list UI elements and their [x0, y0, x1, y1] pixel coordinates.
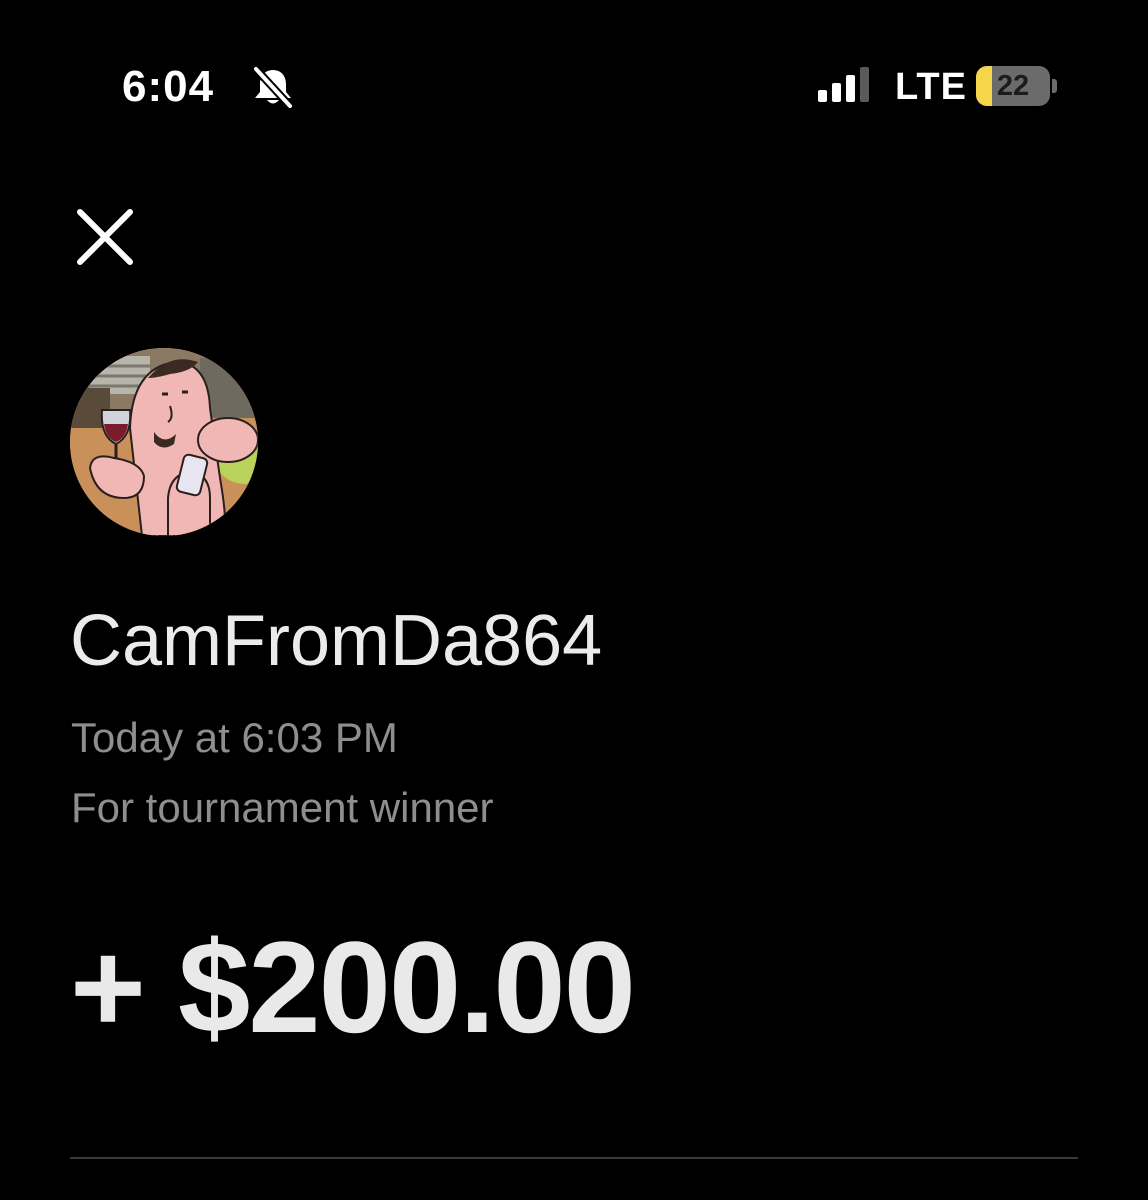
transaction-amount: + $200.00 — [70, 914, 636, 1060]
status-time: 6:04 — [122, 62, 215, 111]
transaction-note: For tournament winner — [71, 784, 494, 831]
close-button[interactable] — [70, 202, 140, 272]
battery-level: 22 — [996, 70, 1030, 102]
battery-icon: 22 — [976, 66, 1050, 106]
user-name: CamFromDa864 — [70, 601, 603, 681]
signal-icon — [818, 67, 869, 102]
bell-slash-icon — [253, 66, 293, 108]
transaction-timestamp: Today at 6:03 PM — [71, 714, 398, 761]
divider — [70, 1157, 1078, 1159]
avatar[interactable] — [70, 348, 258, 536]
battery-tip — [1052, 79, 1057, 93]
network-label: LTE — [895, 66, 967, 108]
